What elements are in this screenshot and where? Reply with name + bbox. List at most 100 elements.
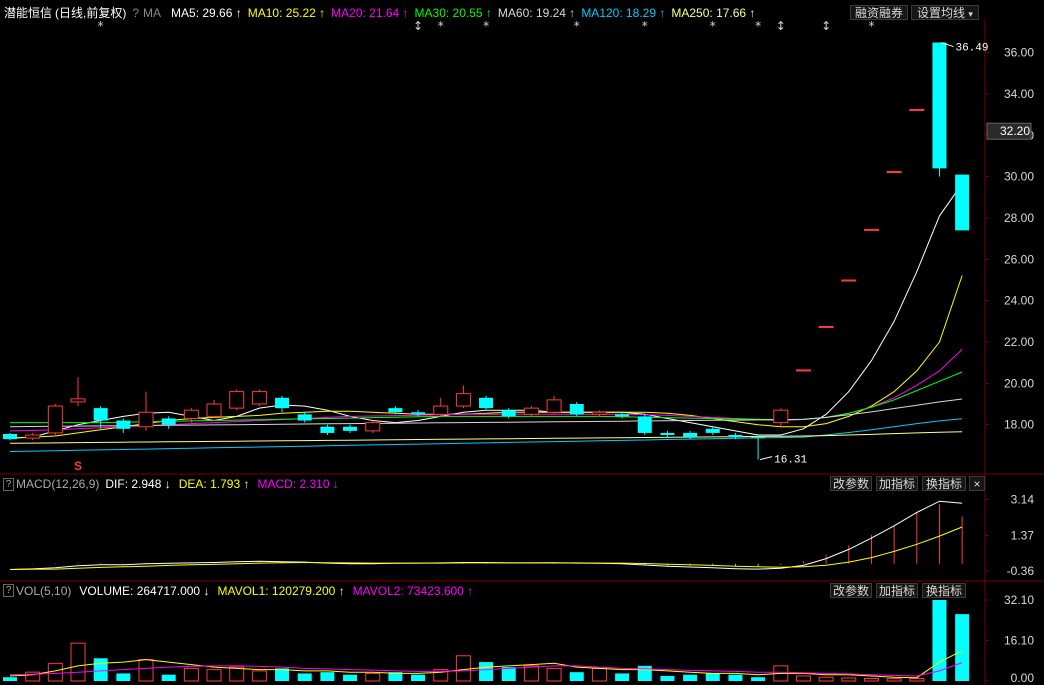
volume-chart[interactable]: 32.10 16.10 0.00 <box>3 593 1034 685</box>
ma5-value: MA5: 29.66 <box>171 6 233 20</box>
vol-mavol1-arrow-icon: ↑ <box>335 584 344 598</box>
ma30-arrow-icon: ↑ <box>483 6 492 20</box>
vol-volume-arrow-icon: ↓ <box>200 584 209 598</box>
ma10-arrow-icon: ↑ <box>316 6 325 20</box>
legend-line: VOL(5,10) VOLUME: 264717.000 ↓ MAVOL1: 120… <box>16 584 473 598</box>
candle-body-up <box>841 279 857 282</box>
volume-bar-up <box>863 677 879 682</box>
candle-body-up <box>229 391 245 409</box>
candle-body-down <box>660 432 675 435</box>
event-marker: * <box>868 19 874 33</box>
ma20-arrow-icon: ↑ <box>399 6 408 20</box>
candle-body-down <box>161 418 176 425</box>
macd-help-icon[interactable]: ? <box>3 478 14 491</box>
ma60-value: MA60: 19.24 <box>498 6 566 20</box>
macd-macd-arrow-icon: ↓ <box>330 477 339 491</box>
candle-body-down <box>728 435 743 438</box>
volume-bar-down <box>479 662 494 681</box>
macd-close-icon[interactable]: × <box>969 476 985 491</box>
candle-body-down <box>411 412 426 415</box>
macd-chart[interactable]: 3.14 1.37 -0.36 <box>9 492 1035 578</box>
volume-bar-up <box>251 670 267 682</box>
candle-body-up <box>206 403 222 417</box>
price-candles[interactable] <box>3 42 970 460</box>
candle-body-down <box>388 408 403 413</box>
ma60-arrow-icon: ↑ <box>566 6 575 20</box>
vol-mavol2-value: MAVOL2: 73423.600 <box>353 584 465 598</box>
macd-dif-line <box>9 500 963 570</box>
volume-bar-down <box>343 674 358 681</box>
candle-body-up <box>47 405 63 434</box>
vol-tick-label: 16.10 <box>1004 633 1034 647</box>
volume-bar-up <box>365 672 381 682</box>
period-label: (日线,前复权) <box>55 5 126 20</box>
ma-line-ma250 <box>9 431 963 444</box>
volume-bar-down <box>569 672 584 681</box>
macd-tick-label: 3.14 <box>1011 492 1035 506</box>
vol-add-indicator-button[interactable]: 加指标 <box>876 583 918 598</box>
candle-body-up <box>183 409 199 419</box>
ma-help-icon: ? <box>132 6 139 20</box>
macd-switch-indicator-button[interactable]: 换指标 <box>922 476 966 491</box>
low-pointer-line <box>759 456 773 461</box>
vol-mavol2-arrow-icon: ↑ <box>464 584 473 598</box>
candle-body-up <box>886 171 902 174</box>
current-price-label: 32.20 <box>1000 124 1030 138</box>
volume-bar-down <box>161 674 176 681</box>
macd-modify-params-button[interactable]: 改参数 <box>830 476 872 491</box>
macd-add-indicator-button[interactable]: 加指标 <box>876 476 918 491</box>
candle-body-up <box>591 411 607 415</box>
candle-body-up <box>773 409 789 424</box>
event-marker: * <box>710 19 716 33</box>
vol-switch-indicator-button[interactable]: 换指标 <box>922 583 966 598</box>
price-tick-label: 30.00 <box>1004 170 1034 184</box>
volume-bar-down <box>3 677 17 681</box>
candle-body-down <box>705 428 720 433</box>
vol-volume-value: VOLUME: 264717.000 <box>79 584 200 598</box>
event-marker: * <box>483 19 489 33</box>
ma-label: MA <box>143 6 161 20</box>
ma20-value: MA20: 21.64 <box>331 6 399 20</box>
stock-name: 潜能恒信 <box>4 6 52 20</box>
ma10-value: MA10: 25.22 <box>248 6 316 20</box>
candle-body-up <box>365 422 381 432</box>
event-marker: ↕ <box>413 19 423 33</box>
volume-bar-up <box>229 666 245 682</box>
candle-body-down <box>751 437 766 439</box>
chart-header: 潜能恒信 (日线,前复权)? MA MA5: 29.66 ↑ MA10: 25.22 ↑… <box>4 5 755 598</box>
price-tick-label: 18.00 <box>1004 418 1034 432</box>
volume-bar-down <box>705 673 720 681</box>
ma-settings-button[interactable]: 设置均线 ▾ <box>911 5 979 20</box>
candle-body-up <box>546 399 562 413</box>
event-marker: ↕ <box>821 19 831 33</box>
volume-bar-down <box>297 673 312 681</box>
ma120-arrow-icon: ↑ <box>656 6 665 20</box>
macd-dea-value: DEA: 1.793 <box>179 477 241 491</box>
macd-macd-value: MACD: 2.310 <box>257 477 329 491</box>
vol-tick-label: 32.10 <box>1004 593 1034 607</box>
candle-body-up <box>25 434 41 439</box>
candle-body-down <box>501 410 516 417</box>
event-marker: * <box>98 19 104 33</box>
candle-body-down <box>320 426 335 433</box>
chevron-down-icon: ▾ <box>968 9 973 19</box>
volume-bar-up <box>886 677 902 682</box>
event-marker: ↕ <box>776 19 786 33</box>
ma5-arrow-icon: ↑ <box>232 6 241 20</box>
candle-body-down <box>479 397 494 409</box>
candle-body-down <box>3 433 17 440</box>
vol-mavol1-value: MAVOL1: 120279.200 <box>217 584 335 598</box>
vol-help-icon[interactable]: ? <box>3 584 14 597</box>
volume-bar-up <box>206 669 222 682</box>
candle-body-down <box>297 414 312 421</box>
price-tick-label: 24.00 <box>1004 294 1034 308</box>
low-price-annotation: 16.31 <box>774 455 807 467</box>
margin-trading-button[interactable]: 融资融券 <box>850 5 908 20</box>
volume-bar-down <box>751 677 766 681</box>
candle-body-down <box>569 404 584 415</box>
legend-line: 潜能恒信 (日线,前复权)? MA MA5: 29.66 ↑ MA10: 25.22 ↑… <box>4 5 755 20</box>
volume-bar-down <box>637 665 652 681</box>
macd-dif-arrow-icon: ↓ <box>161 477 170 491</box>
vol-modify-params-button[interactable]: 改参数 <box>830 583 872 598</box>
event-marker: * <box>574 19 580 33</box>
